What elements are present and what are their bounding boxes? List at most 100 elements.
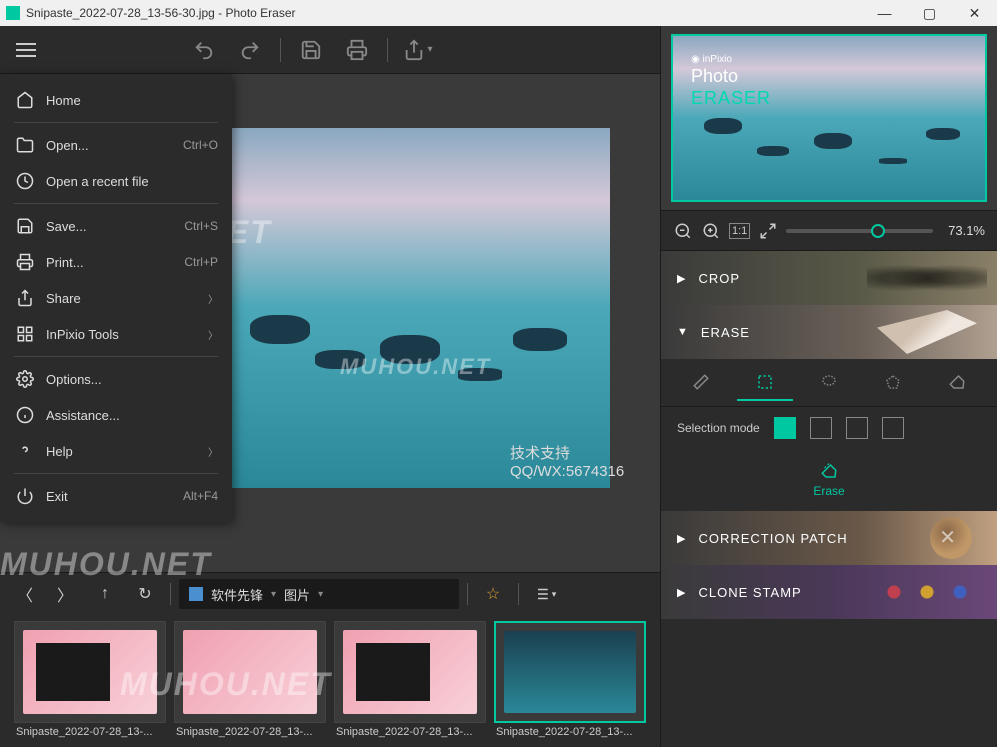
selection-mode-label: Selection mode — [677, 421, 760, 435]
save-icon — [14, 215, 36, 237]
accordion-label: ERASE — [701, 325, 750, 340]
eraser-tool[interactable] — [929, 365, 985, 401]
chevron-right-icon: ▶ — [677, 272, 686, 285]
menu-shortcut: Ctrl+P — [184, 255, 218, 269]
minimize-button[interactable]: — — [862, 0, 907, 26]
brand-overlay: ◉ inPixio Photo ERASER — [691, 54, 771, 109]
accordion-label: CROP — [698, 271, 740, 286]
menu-label: Exit — [46, 489, 68, 504]
accordion-label: CORRECTION PATCH — [698, 531, 847, 546]
zoom-fit-button[interactable] — [758, 221, 778, 241]
menu-save[interactable]: Save... Ctrl+S — [0, 208, 232, 244]
menu-label: Share — [46, 291, 81, 306]
view-mode-button[interactable]: ▾ — [527, 577, 561, 611]
menu-label: Save... — [46, 219, 86, 234]
preview-box: ◉ inPixio Photo ERASER — [661, 26, 997, 211]
menu-exit[interactable]: Exit Alt+F4 — [0, 478, 232, 514]
menu-label: Help — [46, 444, 73, 459]
zoom-slider[interactable] — [786, 229, 933, 233]
accordion-clone[interactable]: ▶ CLONE STAMP — [661, 565, 997, 619]
selection-mode-subtract[interactable] — [846, 417, 868, 439]
zoom-out-button[interactable] — [673, 221, 693, 241]
erase-panel: Selection mode Erase — [661, 359, 997, 511]
accordion-correction[interactable]: ▶ CORRECTION PATCH — [661, 511, 997, 565]
menu-label: Open a recent file — [46, 174, 149, 189]
tools-icon — [14, 323, 36, 345]
thumbnail-label: Snipaste_2022-07-28_13-... — [494, 723, 646, 741]
thumbnail-item[interactable]: Snipaste_2022-07-28_13-... — [334, 621, 486, 741]
share-icon — [14, 287, 36, 309]
accordion-crop[interactable]: ▶ CROP — [661, 251, 997, 305]
menu-help[interactable]: Help 〉 — [0, 433, 232, 469]
menu-print[interactable]: Print... Ctrl+P — [0, 244, 232, 280]
menu-shortcut: Alt+F4 — [183, 489, 218, 503]
maximize-button[interactable]: ▢ — [907, 0, 952, 26]
breadcrumb[interactable]: 软件先锋 ▾ 图片 ▾ — [179, 579, 459, 609]
selection-mode-new[interactable] — [774, 417, 796, 439]
chevron-right-icon: 〉 — [208, 444, 218, 459]
selection-mode-add[interactable] — [810, 417, 832, 439]
redo-button[interactable] — [230, 32, 270, 68]
brand-line2: ERASER — [691, 88, 771, 110]
breadcrumb-item[interactable]: 图片 — [284, 585, 310, 604]
thumbnail-label: Snipaste_2022-07-28_13-... — [334, 723, 486, 741]
folder-icon — [189, 587, 203, 601]
titlebar: Snipaste_2022-07-28_13-56-30.jpg - Photo… — [0, 0, 997, 26]
menu-home[interactable]: Home — [0, 82, 232, 118]
menu-open[interactable]: Open... Ctrl+O — [0, 127, 232, 163]
thumbnail-label: Snipaste_2022-07-28_13-... — [14, 723, 166, 741]
close-button[interactable]: ✕ — [952, 0, 997, 26]
selection-mode-row: Selection mode — [661, 407, 997, 449]
zoom-actual-button[interactable]: 1:1 — [729, 223, 750, 239]
brand-small: ◉ inPixio — [691, 54, 771, 66]
tech-support-text: 技术支持QQ/WX:5674316 — [510, 442, 660, 480]
polygon-tool[interactable] — [865, 365, 921, 401]
thumbnail-label: Snipaste_2022-07-28_13-... — [174, 723, 326, 741]
main-toolbar: ▾ — [0, 26, 660, 74]
app-icon — [6, 6, 20, 20]
marquee-tool[interactable] — [737, 365, 793, 401]
print-icon — [14, 251, 36, 273]
zoom-value: 73.1% — [941, 223, 985, 238]
selection-mode-intersect[interactable] — [882, 417, 904, 439]
lasso-tool[interactable] — [801, 365, 857, 401]
zoom-in-button[interactable] — [701, 221, 721, 241]
menu-share[interactable]: Share 〉 — [0, 280, 232, 316]
chevron-down-icon: ▼ — [677, 326, 689, 338]
thumbnail-item[interactable]: Snipaste_2022-07-28_13-... — [494, 621, 646, 741]
breadcrumb-item[interactable]: 软件先锋 — [211, 585, 263, 604]
gear-icon — [14, 368, 36, 390]
erase-action-button[interactable]: Erase — [661, 449, 997, 511]
print-button[interactable] — [337, 32, 377, 68]
window-controls: — ▢ ✕ — [862, 0, 997, 26]
power-icon — [14, 485, 36, 507]
chevron-right-icon: ▶ — [677, 586, 686, 599]
breadcrumb-sep: ▾ — [271, 589, 276, 600]
menu-label: Assistance... — [46, 408, 120, 423]
hamburger-menu-button[interactable] — [8, 32, 44, 68]
brush-tool[interactable] — [673, 365, 729, 401]
menu-label: Open... — [46, 138, 89, 153]
breadcrumb-sep: ▾ — [318, 589, 323, 600]
save-button[interactable] — [291, 32, 331, 68]
menu-options[interactable]: Options... — [0, 361, 232, 397]
canvas-image[interactable] — [210, 128, 610, 488]
menu-label: Options... — [46, 372, 102, 387]
recent-icon — [14, 170, 36, 192]
erase-tools — [661, 359, 997, 407]
menu-shortcut: Ctrl+S — [184, 219, 218, 233]
menu-label: Home — [46, 93, 81, 108]
menu-inpixio-tools[interactable]: InPixio Tools 〉 — [0, 316, 232, 352]
menu-open-recent[interactable]: Open a recent file — [0, 163, 232, 199]
file-menu: Home Open... Ctrl+O Open a recent file S… — [0, 74, 232, 522]
menu-shortcut: Ctrl+O — [183, 138, 218, 152]
accordion-erase[interactable]: ▼ ERASE — [661, 305, 997, 359]
share-button[interactable]: ▾ — [398, 32, 438, 68]
menu-assistance[interactable]: Assistance... — [0, 397, 232, 433]
zoom-slider-handle[interactable] — [871, 224, 885, 238]
favorite-button[interactable]: ☆ — [476, 577, 510, 611]
folder-open-icon — [14, 134, 36, 156]
watermark: MUHOU.NET — [120, 666, 332, 703]
preview-image[interactable]: ◉ inPixio Photo ERASER — [671, 34, 987, 202]
undo-button[interactable] — [184, 32, 224, 68]
